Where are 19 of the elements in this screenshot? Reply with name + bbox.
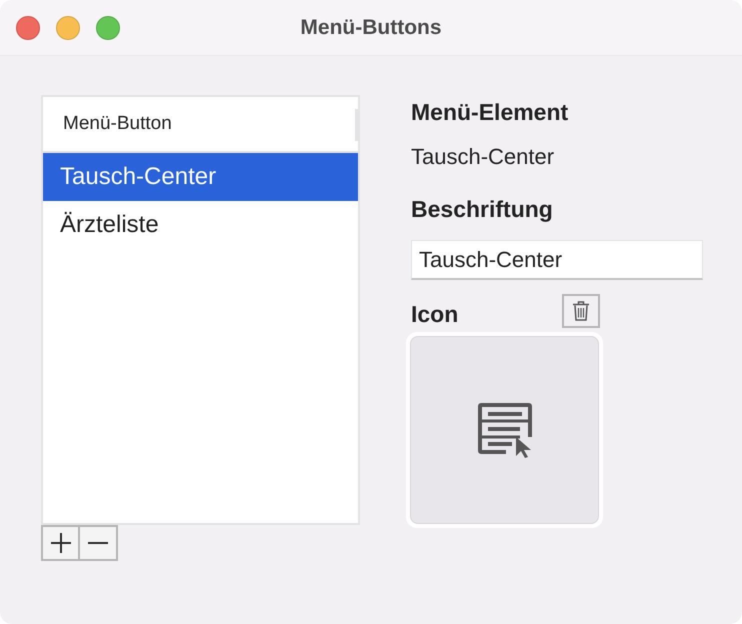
close-icon[interactable] bbox=[16, 16, 40, 40]
column-header[interactable]: Menü-Button bbox=[43, 110, 172, 138]
delete-button[interactable] bbox=[562, 294, 600, 328]
add-button[interactable] bbox=[41, 525, 80, 561]
plus-icon bbox=[50, 533, 70, 553]
minus-icon bbox=[88, 542, 108, 544]
trash-icon bbox=[573, 301, 589, 321]
section-heading: Menü-Element bbox=[411, 98, 568, 127]
caption-input-field[interactable]: Tausch-Center bbox=[411, 240, 703, 280]
section-heading: Icon bbox=[411, 300, 458, 328]
window-title: Menü-Buttons bbox=[300, 14, 442, 41]
icon-well[interactable] bbox=[406, 332, 603, 528]
section-heading: Beschriftung bbox=[411, 194, 553, 224]
remove-button[interactable] bbox=[80, 525, 118, 561]
list-item[interactable]: Tausch-Center bbox=[43, 153, 358, 201]
list-pointer-icon bbox=[478, 402, 532, 458]
list-item[interactable]: Ärzteliste bbox=[43, 201, 358, 249]
maximize-icon[interactable] bbox=[96, 16, 120, 40]
element-value: Tausch-Center bbox=[411, 142, 554, 170]
